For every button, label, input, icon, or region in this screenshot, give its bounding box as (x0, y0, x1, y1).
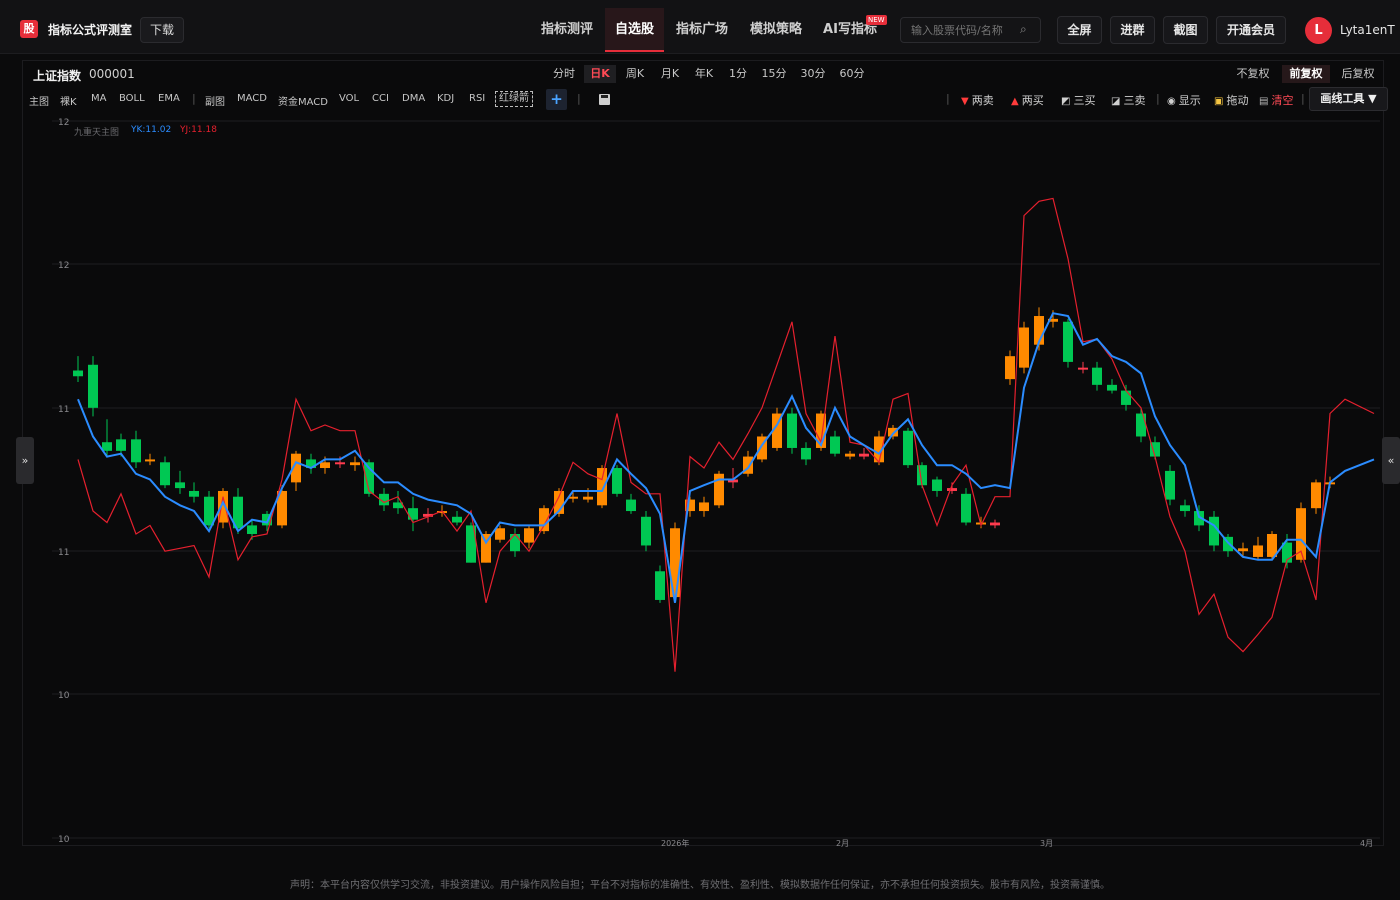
candle-body (801, 447, 811, 460)
candle-body (787, 413, 797, 448)
candle-body (452, 516, 462, 523)
expand-left-button[interactable]: » (16, 437, 34, 484)
candle-body (1311, 482, 1321, 509)
candle-body (1165, 470, 1175, 500)
candle-body (335, 462, 345, 465)
y-tick-label: 10 (58, 835, 70, 845)
candle-body (247, 525, 257, 534)
x-tick-label: 2026年 (661, 838, 689, 848)
candle-body (903, 430, 913, 466)
candle-body (204, 496, 214, 526)
candle-body (350, 462, 360, 466)
candle-body (932, 479, 942, 491)
candle-body (714, 473, 724, 506)
candle-body (1121, 390, 1131, 405)
candle-body (145, 459, 155, 462)
candle-body (175, 482, 185, 489)
candle-body (320, 462, 330, 469)
candle-body (655, 571, 665, 600)
y-tick-label: 10 (58, 691, 70, 701)
candle-body (641, 516, 651, 546)
disclaimer: 声明：本平台内容仅供学习交流，非投资建议。用户操作风险自担；平台不对指标的准确性… (290, 880, 1110, 891)
candle-body (102, 442, 112, 451)
candle-body (131, 439, 141, 463)
candle-body (1063, 321, 1073, 362)
candle-body (961, 493, 971, 523)
candle-body (1107, 384, 1117, 391)
x-tick-label: 4月 (1360, 839, 1373, 848)
y-tick-label: 12 (58, 118, 69, 128)
candle-body (408, 508, 418, 520)
candle-body (990, 522, 1000, 526)
candle-body (859, 453, 869, 457)
candle-body (597, 468, 607, 506)
candle-body (845, 453, 855, 457)
candle-body (947, 488, 957, 491)
candle-body (524, 528, 534, 543)
candle-body (1180, 505, 1190, 512)
candle-body (88, 364, 98, 408)
yk-line (77, 312, 1375, 603)
candle-body (189, 490, 199, 497)
yj-line (77, 197, 1375, 672)
candle-body (1005, 356, 1015, 380)
y-tick-label: 12 (58, 261, 69, 271)
candle-body (626, 499, 636, 512)
candle-body (510, 533, 520, 552)
candle-body (116, 439, 126, 451)
candle-body (1092, 367, 1102, 385)
candle-body (160, 462, 170, 486)
candle-body (612, 468, 622, 494)
y-tick-label: 11 (58, 548, 69, 558)
candle-body (495, 528, 505, 540)
candle-body (1238, 548, 1248, 552)
candle-body (1253, 545, 1263, 557)
x-tick-label: 2月 (836, 839, 849, 848)
candle-body (830, 436, 840, 454)
candle-body (1019, 327, 1029, 368)
x-tick-label: 3月 (1040, 839, 1053, 848)
expand-right-button[interactable]: « (1382, 437, 1400, 484)
kline-chart[interactable]: 12 12 11 11 10 10 2026年 2月 3月 4月 (0, 0, 1400, 900)
candle-body (583, 496, 593, 500)
candle-body (1078, 367, 1088, 370)
candle-body (699, 502, 709, 512)
candle-body (73, 370, 83, 377)
y-tick-label: 11 (58, 405, 69, 415)
candle-body (1136, 413, 1146, 437)
